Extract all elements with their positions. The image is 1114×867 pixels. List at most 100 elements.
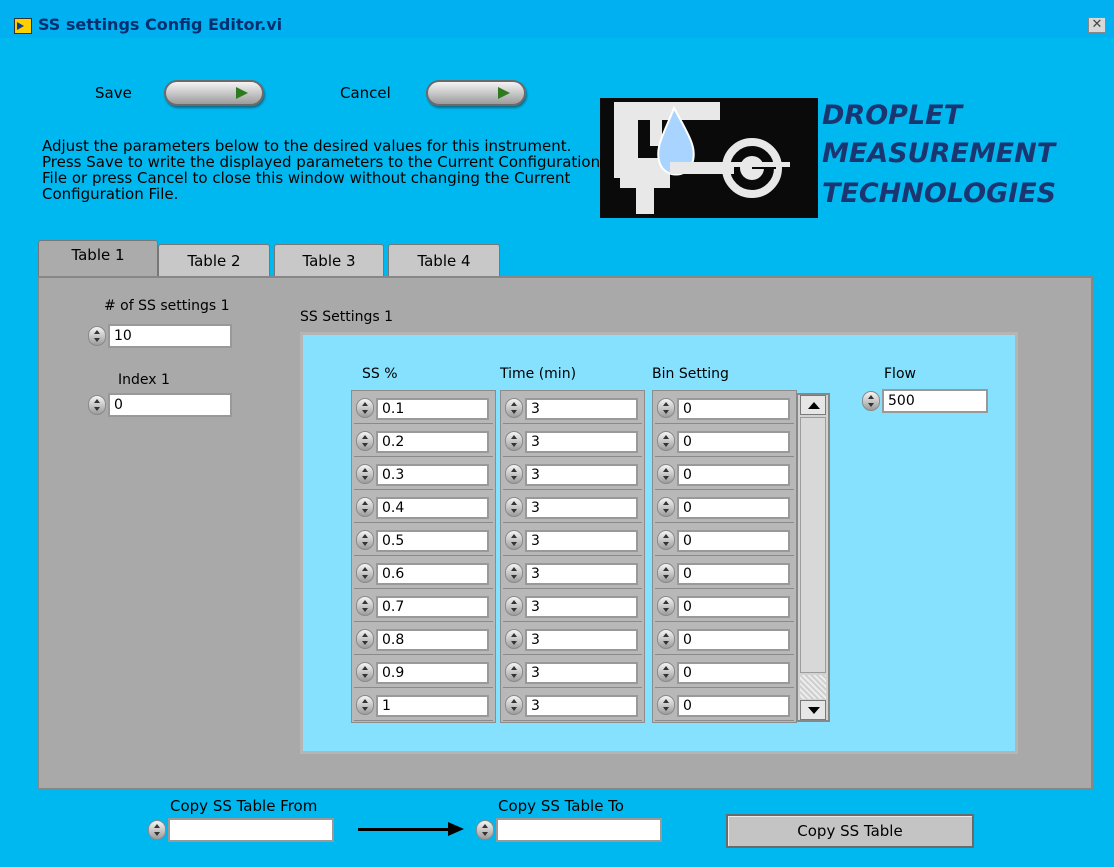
ss-percent-field[interactable]: 0.2 [376,431,489,453]
spinner-icon[interactable] [657,431,675,451]
ss-percent-field[interactable]: 0.4 [376,497,489,519]
spinner-icon[interactable] [657,398,675,418]
tab-table-3[interactable]: Table 3 [274,244,384,278]
time-min-field[interactable]: 3 [525,596,638,618]
spinner-icon[interactable] [88,395,106,415]
spinner-icon[interactable] [505,695,523,715]
spinner-icon[interactable] [505,530,523,550]
ss-percent-row: 0.4 [354,493,493,523]
spinner-icon[interactable] [148,820,166,840]
table-scrollbar[interactable] [796,393,830,722]
time-min-row: 3 [503,691,642,721]
spinner-icon[interactable] [356,596,374,616]
bin-setting-field[interactable]: 0 [677,398,790,420]
time-min-field[interactable]: 3 [525,398,638,420]
copy-ss-table-button[interactable]: Copy SS Table [726,814,974,848]
spinner-icon[interactable] [356,398,374,418]
scroll-track[interactable] [800,675,826,699]
spinner-icon[interactable] [505,662,523,682]
spinner-icon[interactable] [505,398,523,418]
spinner-icon[interactable] [356,431,374,451]
company-logo: DROPLET MEASUREMENT TECHNOLOGIES [600,98,1096,218]
close-icon[interactable]: ✕ [1088,17,1106,33]
num-settings-field[interactable]: 10 [108,324,232,348]
time-min-field[interactable]: 3 [525,629,638,651]
ss-percent-field[interactable]: 0.5 [376,530,489,552]
spinner-icon[interactable] [505,563,523,583]
spinner-icon[interactable] [657,563,675,583]
bin-setting-field[interactable]: 0 [677,497,790,519]
ss-percent-field[interactable]: 0.3 [376,464,489,486]
save-button[interactable] [164,80,264,106]
instructions-text: Adjust the parameters below to the desir… [42,137,601,203]
spinner-icon[interactable] [505,497,523,517]
copy-to-field[interactable] [496,818,662,842]
ss-column: 0.1 0.2 0.3 0.4 0.5 0.6 0.7 0.8 0.9 1 [351,390,496,723]
ss-percent-field[interactable]: 0.9 [376,662,489,684]
spinner-icon[interactable] [356,530,374,550]
ss-percent-field[interactable]: 1 [376,695,489,717]
spinner-icon[interactable] [657,662,675,682]
bin-setting-field[interactable]: 0 [677,695,790,717]
bin-setting-field[interactable]: 0 [677,464,790,486]
spinner-icon[interactable] [505,629,523,649]
bin-setting-field[interactable]: 0 [677,530,790,552]
copy-from-field[interactable] [168,818,334,842]
flow-field[interactable]: 500 [882,389,988,413]
time-min-field[interactable]: 3 [525,662,638,684]
spinner-icon[interactable] [356,629,374,649]
ss-percent-field[interactable]: 0.1 [376,398,489,420]
spinner-icon[interactable] [505,464,523,484]
time-min-field[interactable]: 3 [525,563,638,585]
flow-label: Flow [884,366,916,382]
scroll-thumb[interactable] [800,417,826,673]
spinner-icon[interactable] [657,464,675,484]
ss-percent-field[interactable]: 0.8 [376,629,489,651]
scroll-down-icon[interactable] [800,700,826,720]
bin-setting-field[interactable]: 0 [677,563,790,585]
time-min-row: 3 [503,493,642,523]
spinner-icon[interactable] [862,391,880,411]
spinner-icon[interactable] [356,563,374,583]
time-column: 3 3 3 3 3 3 3 3 3 3 [500,390,645,723]
scroll-up-icon[interactable] [800,395,826,415]
tab-table-4[interactable]: Table 4 [388,244,500,278]
ss-percent-field[interactable]: 0.6 [376,563,489,585]
time-min-field[interactable]: 3 [525,431,638,453]
index-field[interactable]: 0 [108,393,232,417]
spinner-icon[interactable] [356,464,374,484]
spinner-icon[interactable] [356,695,374,715]
ss-percent-field[interactable]: 0.7 [376,596,489,618]
spinner-icon[interactable] [657,695,675,715]
spinner-icon[interactable] [505,431,523,451]
bin-setting-field[interactable]: 0 [677,629,790,651]
cluster-label: SS Settings 1 [300,309,394,325]
tab-table-1[interactable]: Table 1 [38,240,158,278]
spinner-icon[interactable] [657,530,675,550]
logo-line-3: TECHNOLOGIES [822,178,1057,209]
cancel-label: Cancel [340,84,391,102]
spinner-icon[interactable] [356,497,374,517]
spinner-icon[interactable] [657,497,675,517]
ss-percent-row: 0.2 [354,427,493,457]
ss-percent-row: 0.7 [354,592,493,622]
bin-setting-field[interactable]: 0 [677,662,790,684]
spinner-icon[interactable] [356,662,374,682]
bin-setting-field[interactable]: 0 [677,431,790,453]
spinner-icon[interactable] [657,596,675,616]
ss-percent-row: 0.8 [354,625,493,655]
spinner-icon[interactable] [476,820,494,840]
tab-table-2[interactable]: Table 2 [158,244,270,278]
time-min-field[interactable]: 3 [525,497,638,519]
arrow-head [448,822,464,836]
bin-setting-row: 0 [655,625,794,655]
spinner-icon[interactable] [505,596,523,616]
time-min-field[interactable]: 3 [525,695,638,717]
cancel-button[interactable] [426,80,526,106]
spinner-icon[interactable] [657,629,675,649]
save-label: Save [95,84,132,102]
time-min-field[interactable]: 3 [525,530,638,552]
bin-setting-field[interactable]: 0 [677,596,790,618]
time-min-field[interactable]: 3 [525,464,638,486]
spinner-icon[interactable] [88,326,106,346]
